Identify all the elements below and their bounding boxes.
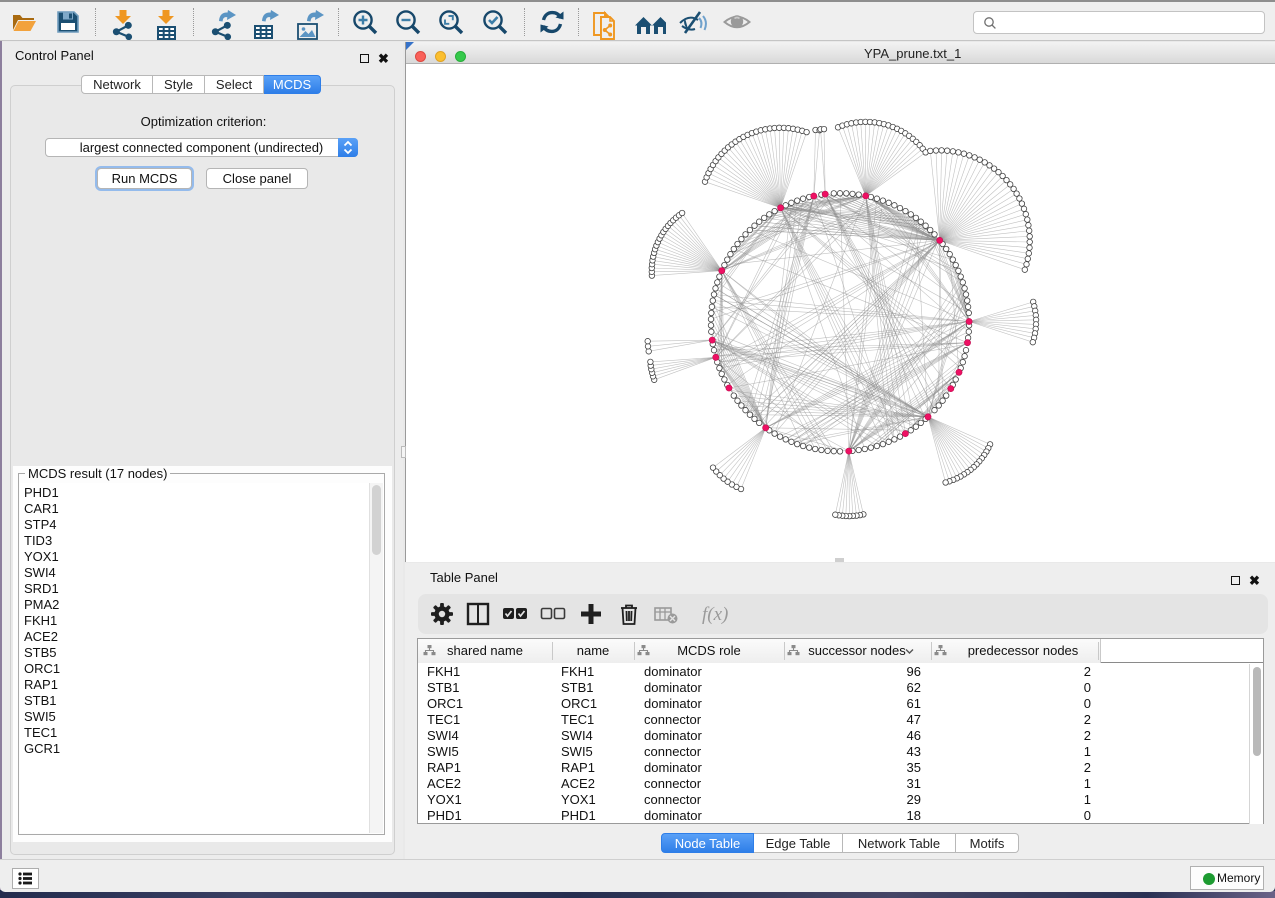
svg-text:f(x): f(x): [702, 604, 728, 625]
